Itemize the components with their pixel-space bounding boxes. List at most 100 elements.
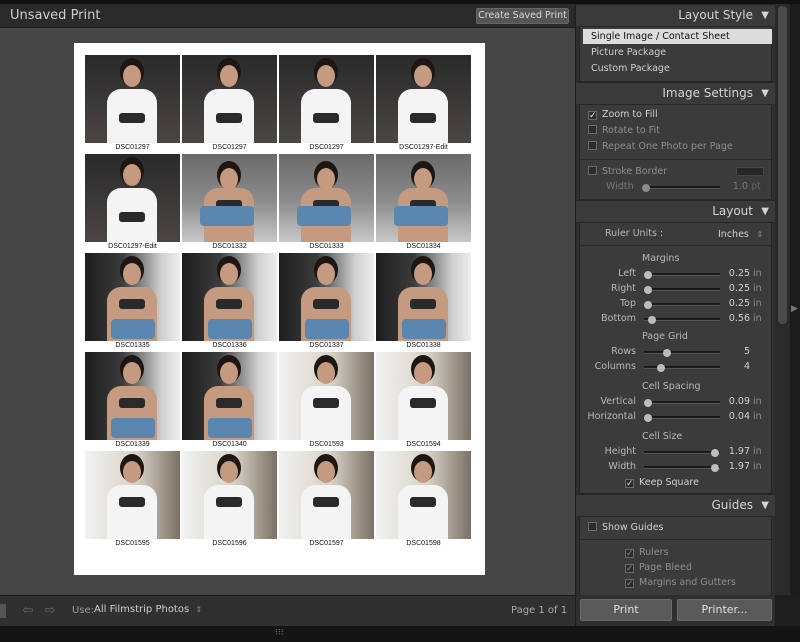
- figure-head-shape: [123, 362, 141, 384]
- vertical-value[interactable]: 0.09: [720, 396, 750, 407]
- slider-knob[interactable]: [643, 271, 652, 279]
- contact-sheet-cell[interactable]: DSC01594: [376, 352, 471, 448]
- contact-sheet-cell[interactable]: DSC01596: [182, 451, 277, 547]
- stroke-color-swatch[interactable]: [736, 167, 764, 176]
- figure-top-shape: [119, 113, 145, 123]
- figure-head-shape: [317, 461, 335, 483]
- width-slider[interactable]: [644, 464, 720, 472]
- contact-sheet-cell[interactable]: DSC01332: [182, 154, 277, 250]
- photo-thumbnail: [182, 253, 277, 341]
- photo-caption: DSC01594: [406, 441, 441, 448]
- zoom-to-fill-checkbox[interactable]: ✓ Zoom to Fill: [588, 108, 658, 122]
- slider-knob[interactable]: [643, 414, 652, 422]
- width-value[interactable]: 1.97: [720, 461, 750, 472]
- slider-knob[interactable]: [643, 301, 652, 309]
- layout-style-single-image[interactable]: Single Image / Contact Sheet: [583, 29, 772, 44]
- contact-sheet-cell[interactable]: DSC01297: [279, 55, 374, 151]
- contact-sheet-cell[interactable]: DSC01335: [85, 253, 180, 349]
- photo-caption: DSC01297: [212, 144, 247, 151]
- top-value[interactable]: 0.25: [720, 298, 750, 309]
- horizontal-value[interactable]: 0.04: [720, 411, 750, 422]
- left-value[interactable]: 0.25: [720, 268, 750, 279]
- contact-sheet-cell[interactable]: DSC01297-Edit: [376, 55, 471, 151]
- collapse-triangle-icon[interactable]: ▼: [761, 206, 769, 217]
- rulers-checkbox[interactable]: ✓ Rulers: [625, 546, 669, 560]
- horizontal-slider[interactable]: [643, 414, 720, 422]
- contact-sheet-cell[interactable]: DSC01333: [279, 154, 374, 250]
- slider-knob[interactable]: [647, 316, 656, 324]
- stop-icon[interactable]: [0, 604, 6, 618]
- panel-toggle-arrow-icon[interactable]: ▶: [791, 304, 798, 314]
- photo-thumbnail: [182, 154, 277, 242]
- slider-knob[interactable]: [643, 399, 652, 407]
- print-button[interactable]: Print: [580, 599, 672, 621]
- checkmark-icon: ✓: [625, 579, 634, 589]
- right-value[interactable]: 0.25: [720, 283, 750, 294]
- collapse-triangle-icon[interactable]: ▼: [761, 10, 769, 21]
- contact-sheet-cell[interactable]: DSC01597: [279, 451, 374, 547]
- collapse-triangle-icon[interactable]: ▼: [761, 500, 769, 511]
- contact-sheet-cell[interactable]: DSC01334: [376, 154, 471, 250]
- rows-value[interactable]: 5: [720, 346, 750, 357]
- repeat-one-photo-checkbox[interactable]: Repeat One Photo per Page: [588, 140, 733, 154]
- guides-header[interactable]: Guides ▼: [576, 494, 775, 516]
- figure-head-shape: [317, 168, 335, 190]
- rotate-to-fit-label: Rotate to Fit: [602, 125, 660, 136]
- slider-knob[interactable]: [662, 349, 671, 357]
- page-indicator: Page 1 of 1: [511, 605, 568, 616]
- bottom-value[interactable]: 0.56: [720, 313, 750, 324]
- contact-sheet-cell[interactable]: DSC01595: [85, 451, 180, 547]
- right-panel-scrollbar[interactable]: [775, 4, 790, 595]
- left-slider[interactable]: [643, 271, 720, 279]
- height-value[interactable]: 1.97: [720, 446, 750, 457]
- slider-knob[interactable]: [643, 286, 652, 294]
- layout-style-picture-package[interactable]: Picture Package: [583, 45, 772, 60]
- margins-gutters-checkbox[interactable]: ✓ Margins and Gutters: [625, 576, 736, 590]
- contact-sheet-cell[interactable]: DSC01339: [85, 352, 180, 448]
- contact-sheet-cell[interactable]: DSC01297: [182, 55, 277, 151]
- right-edge: ▶: [790, 4, 800, 595]
- scrollbar-thumb[interactable]: [778, 6, 787, 324]
- top-slider[interactable]: [643, 301, 720, 309]
- layout-style-custom-package[interactable]: Custom Package: [583, 61, 772, 76]
- slider-knob[interactable]: [710, 464, 719, 472]
- contact-sheet-cell[interactable]: DSC01297: [85, 55, 180, 151]
- figure-body-shape: [398, 386, 448, 440]
- layout-style-header[interactable]: Layout Style ▼: [576, 4, 775, 26]
- filmstrip-grip-icon[interactable]: ⁝⁝⁝: [275, 628, 284, 638]
- previous-page-icon[interactable]: ⇦: [20, 604, 36, 618]
- layout-header[interactable]: Layout ▼: [576, 200, 775, 222]
- figure-top-shape: [313, 299, 339, 309]
- contact-sheet-cell[interactable]: DSC01598: [376, 451, 471, 547]
- use-filmstrip-select[interactable]: All Filmstrip Photos ⇕: [94, 604, 202, 618]
- slider-knob[interactable]: [641, 184, 650, 192]
- contact-sheet-cell[interactable]: DSC01338: [376, 253, 471, 349]
- stroke-border-checkbox[interactable]: Stroke Border: [588, 165, 667, 179]
- columns-value[interactable]: 4: [720, 361, 750, 372]
- stroke-width-value[interactable]: 1.0: [724, 181, 748, 192]
- page-bleed-checkbox[interactable]: ✓ Page Bleed: [625, 561, 692, 575]
- printer-button[interactable]: Printer...: [677, 599, 772, 621]
- stroke-width-slider[interactable]: [641, 184, 720, 192]
- show-guides-checkbox[interactable]: Show Guides: [588, 521, 664, 535]
- image-settings-header[interactable]: Image Settings ▼: [576, 82, 775, 104]
- rotate-to-fit-checkbox[interactable]: Rotate to Fit: [588, 124, 660, 138]
- contact-sheet-cell[interactable]: DSC01337: [279, 253, 374, 349]
- slider-knob[interactable]: [710, 449, 719, 457]
- contact-sheet-cell[interactable]: DSC01336: [182, 253, 277, 349]
- keep-square-checkbox[interactable]: ✓ Keep Square: [625, 476, 699, 490]
- contact-sheet-cell[interactable]: DSC01340: [182, 352, 277, 448]
- vertical-slider[interactable]: [643, 399, 720, 407]
- rows-slider[interactable]: [644, 349, 720, 357]
- bottom-slider[interactable]: [644, 316, 720, 324]
- right-slider[interactable]: [643, 286, 720, 294]
- create-saved-print-button[interactable]: Create Saved Print: [476, 8, 569, 24]
- height-slider[interactable]: [644, 449, 720, 457]
- slider-knob[interactable]: [656, 364, 665, 372]
- ruler-units-select[interactable]: Inches ⇕: [718, 227, 763, 240]
- contact-sheet-cell[interactable]: DSC01297-Edit: [85, 154, 180, 250]
- columns-slider[interactable]: [644, 364, 720, 372]
- collapse-triangle-icon[interactable]: ▼: [761, 88, 769, 99]
- next-page-icon[interactable]: ⇨: [42, 604, 58, 618]
- contact-sheet-cell[interactable]: DSC01593: [279, 352, 374, 448]
